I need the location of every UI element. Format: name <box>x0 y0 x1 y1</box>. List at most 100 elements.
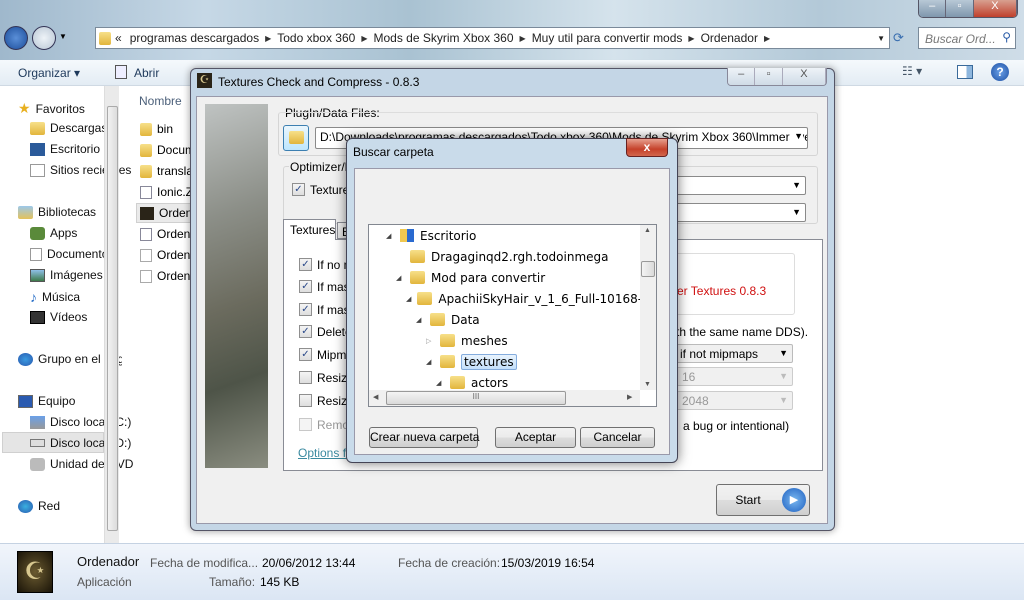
chevron-right-icon[interactable]: ▶ <box>361 34 367 43</box>
minimize-button[interactable]: – <box>919 0 947 17</box>
breadcrumb-overflow[interactable]: « <box>115 31 122 45</box>
tree-item[interactable]: ◢ Data <box>416 310 480 329</box>
chevron-right-icon[interactable]: ▶ <box>520 34 526 43</box>
view-options-button[interactable]: ☷ ▾ <box>902 64 922 78</box>
scrollbar-thumb[interactable]: III <box>386 391 566 405</box>
refresh-icon[interactable]: ⟳ <box>893 30 904 46</box>
scrollbar-thumb[interactable] <box>641 261 655 277</box>
nav-label: Favoritos <box>35 101 85 116</box>
mipmap-combo[interactable]: e if not mipmaps ▼ <box>665 344 793 363</box>
option-checkbox[interactable]: ✓ <box>299 325 312 338</box>
option-checkbox[interactable]: ✓ <box>299 280 312 293</box>
ok-button[interactable]: Aceptar <box>495 427 576 448</box>
chevron-right-icon[interactable]: ▶ <box>265 34 271 43</box>
tree-label: Mod para convertir <box>431 270 546 285</box>
minimize-button[interactable]: – <box>728 68 756 85</box>
tree-item[interactable]: Dragaginqd2.rgh.todoinmega <box>396 247 609 266</box>
tree-item-selected[interactable]: ◢ textures <box>426 352 517 371</box>
tree-label: ApachiiSkyHair_v_1_6_Full-10168-1-6- <box>438 291 640 306</box>
tree-item-escritorio[interactable]: ◢ Escritorio <box>386 226 476 245</box>
tree-horizontal-scrollbar[interactable]: ◀ III ▶ <box>369 390 640 406</box>
start-button[interactable]: Start ▶ <box>716 484 810 516</box>
expanded-icon: ◢ <box>416 315 422 324</box>
dvd-icon <box>30 457 45 471</box>
folder-icon <box>410 250 425 263</box>
folder-icon <box>140 143 152 157</box>
textures-checkbox[interactable]: ✓ <box>292 183 305 196</box>
tcc-window-controls: – ▫ X <box>727 68 827 86</box>
chevron-down-icon: ▼ <box>779 371 788 381</box>
folder-icon <box>440 355 455 368</box>
optimizer-combo-1[interactable]: ▼ <box>670 176 806 195</box>
organize-button[interactable]: Organizar ▾ <box>18 66 80 80</box>
expanded-icon: ◢ <box>396 273 402 282</box>
option-label: If mas <box>317 280 350 294</box>
scroll-left-icon[interactable]: ◀ <box>373 393 378 401</box>
folder-icon <box>140 122 152 136</box>
tree-item[interactable]: ▷ meshes <box>426 331 508 350</box>
folder-icon <box>99 31 111 45</box>
cancel-button[interactable]: Cancelar <box>580 427 655 448</box>
option-checkbox[interactable]: ✓ <box>299 348 312 361</box>
tree-vertical-scrollbar[interactable]: ▲ ▼ <box>640 225 656 390</box>
new-folder-button[interactable]: Crear nueva carpeta <box>369 427 479 448</box>
breadcrumb-item[interactable]: Muy util para convertir mods <box>532 31 683 45</box>
help-button[interactable]: ? <box>991 63 1009 81</box>
preview-pane-button[interactable] <box>957 65 973 79</box>
open-button[interactable]: Abrir <box>134 66 159 80</box>
network-icon <box>18 499 33 513</box>
close-button[interactable]: X <box>782 68 826 85</box>
tree-label: Data <box>451 312 480 327</box>
tree-item[interactable]: ◢ Mod para convertir <box>396 268 545 287</box>
bug-text: a bug or intentional) <box>683 419 790 433</box>
scroll-right-icon[interactable]: ▶ <box>627 393 632 401</box>
start-label: Start <box>735 493 761 507</box>
option-checkbox[interactable] <box>299 418 312 431</box>
maximize-button[interactable]: ▫ <box>755 68 783 85</box>
optimizer-combo-2[interactable]: ▼ <box>670 203 806 222</box>
drive-icon <box>30 439 45 447</box>
back-button[interactable] <box>4 26 28 50</box>
folder-icon <box>440 334 455 347</box>
file-item[interactable]: bin <box>140 122 173 136</box>
options-link[interactable]: Options fo <box>298 446 353 460</box>
resize-combo-1[interactable]: 16 ▼ <box>665 367 793 386</box>
forward-button[interactable] <box>32 26 56 50</box>
tree-item[interactable]: ◢ ApachiiSkyHair_v_1_6_Full-10168-1-6- <box>406 289 640 308</box>
option-checkbox[interactable]: ✓ <box>299 303 312 316</box>
expanded-icon: ◢ <box>386 231 392 240</box>
breadcrumb-item[interactable]: Mods de Skyrim Xbox 360 <box>373 31 513 45</box>
option-checkbox[interactable]: ✓ <box>299 258 312 271</box>
address-dropdown[interactable]: ▼ <box>877 34 885 43</box>
browse-folder-button[interactable] <box>283 125 309 151</box>
details-size-label: Tamaño: <box>209 575 256 589</box>
window-title: Textures Check and Compress - 0.8.3 <box>218 75 420 89</box>
details-name: Ordenador <box>77 554 140 569</box>
recent-pages-dropdown[interactable]: ▼ <box>59 32 67 41</box>
scrollbar-thumb[interactable] <box>107 106 118 531</box>
tab-textures[interactable]: Textures <box>283 219 336 240</box>
chevron-right-icon[interactable]: ▶ <box>688 34 694 43</box>
close-button[interactable]: x <box>626 138 668 157</box>
option-checkbox[interactable] <box>299 371 312 384</box>
tree-label: Dragaginqd2.rgh.todoinmega <box>431 249 609 264</box>
search-input[interactable]: Buscar Ord... ⚲ <box>918 27 1016 49</box>
resize-combo-2[interactable]: 2048 ▼ <box>665 391 793 410</box>
option-checkbox[interactable] <box>299 394 312 407</box>
scroll-down-icon[interactable]: ▼ <box>644 381 651 388</box>
nav-label: Equipo <box>38 394 76 408</box>
chevron-right-icon[interactable]: ▶ <box>764 34 770 43</box>
nav-scrollbar[interactable] <box>104 86 119 543</box>
address-bar[interactable]: « programas descargados ▶ Todo xbox 360 ▶ … <box>95 27 890 49</box>
column-header-name[interactable]: Nombre <box>139 94 182 108</box>
file-name: bin <box>157 122 174 136</box>
scroll-up-icon[interactable]: ▲ <box>644 227 651 234</box>
breadcrumb-item[interactable]: programas descargados <box>130 31 259 45</box>
breadcrumb-item[interactable]: Ordenador <box>701 31 758 45</box>
breadcrumb-item[interactable]: Todo xbox 360 <box>277 31 355 45</box>
computer-icon <box>18 394 33 408</box>
search-icon: ⚲ <box>1002 30 1011 44</box>
homegroup-icon <box>18 352 33 366</box>
close-button[interactable]: X <box>973 0 1017 17</box>
maximize-button[interactable]: ▫ <box>946 0 974 17</box>
